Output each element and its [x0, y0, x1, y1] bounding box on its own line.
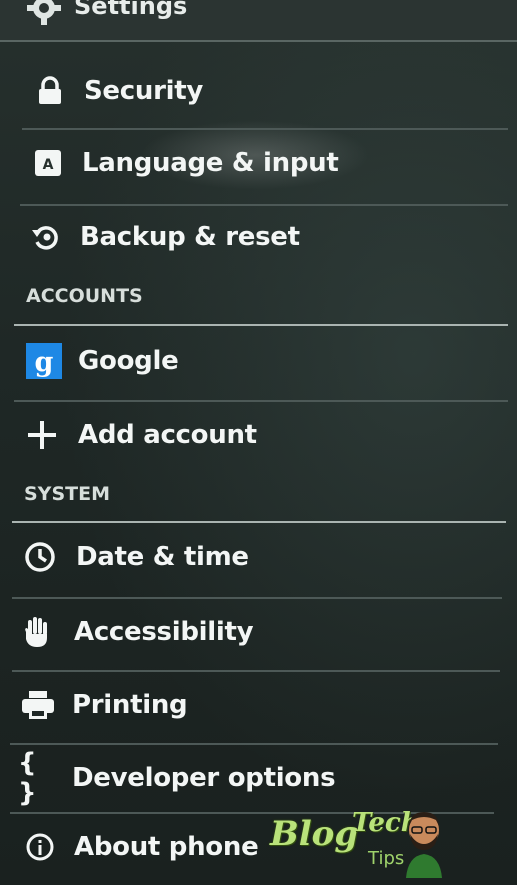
- settings-item-label: Developer options: [72, 763, 336, 793]
- watermark-blog-text: Blog: [270, 814, 359, 854]
- printer-icon: [18, 685, 58, 725]
- settings-item-security[interactable]: Security: [0, 56, 517, 126]
- section-header-accounts: ACCOUNTS: [26, 285, 143, 307]
- action-bar: Settings: [0, 0, 517, 42]
- gear-icon[interactable]: [24, 0, 64, 28]
- settings-item-label: Backup & reset: [80, 222, 300, 252]
- info-icon: [20, 827, 60, 867]
- braces-icon: { }: [18, 748, 37, 808]
- settings-item-label: Security: [84, 76, 203, 106]
- settings-item-label: Date & time: [76, 542, 249, 572]
- watermark-tips-text: Tips: [368, 848, 405, 869]
- settings-item-google-account[interactable]: g Google: [0, 326, 517, 396]
- settings-item-backup[interactable]: Backup & reset: [0, 202, 517, 272]
- keyboard-a-icon: A: [28, 143, 68, 183]
- blogtechtips-watermark: Blog Tech Tips: [268, 808, 448, 880]
- page-title: Settings: [74, 0, 188, 20]
- settings-item-label: Language & input: [82, 148, 339, 178]
- clock-icon: [20, 537, 60, 577]
- svg-text:A: A: [43, 157, 54, 173]
- backup-restore-icon: [26, 217, 66, 257]
- settings-item-date-time[interactable]: Date & time: [0, 522, 517, 592]
- google-g-icon: g: [24, 341, 64, 381]
- settings-item-developer-options[interactable]: { } Developer options: [0, 743, 517, 813]
- settings-item-label: About phone: [74, 832, 259, 862]
- settings-item-accessibility[interactable]: Accessibility: [0, 597, 517, 667]
- settings-item-printing[interactable]: Printing: [0, 670, 517, 740]
- section-header-system: SYSTEM: [24, 483, 110, 505]
- settings-item-language[interactable]: A Language & input: [0, 128, 517, 198]
- hand-icon: [18, 612, 58, 652]
- avatar-icon: [402, 810, 446, 878]
- plus-icon: [22, 415, 62, 455]
- settings-item-label: Add account: [78, 420, 257, 450]
- settings-item-label: Accessibility: [74, 617, 254, 647]
- settings-item-label: Google: [78, 346, 179, 376]
- settings-item-label: Printing: [72, 690, 188, 720]
- settings-item-add-account[interactable]: Add account: [0, 400, 517, 470]
- svg-text:g: g: [35, 347, 54, 378]
- settings-screen: Settings Security A Language & input Bac…: [0, 0, 517, 885]
- lock-icon: [30, 71, 70, 111]
